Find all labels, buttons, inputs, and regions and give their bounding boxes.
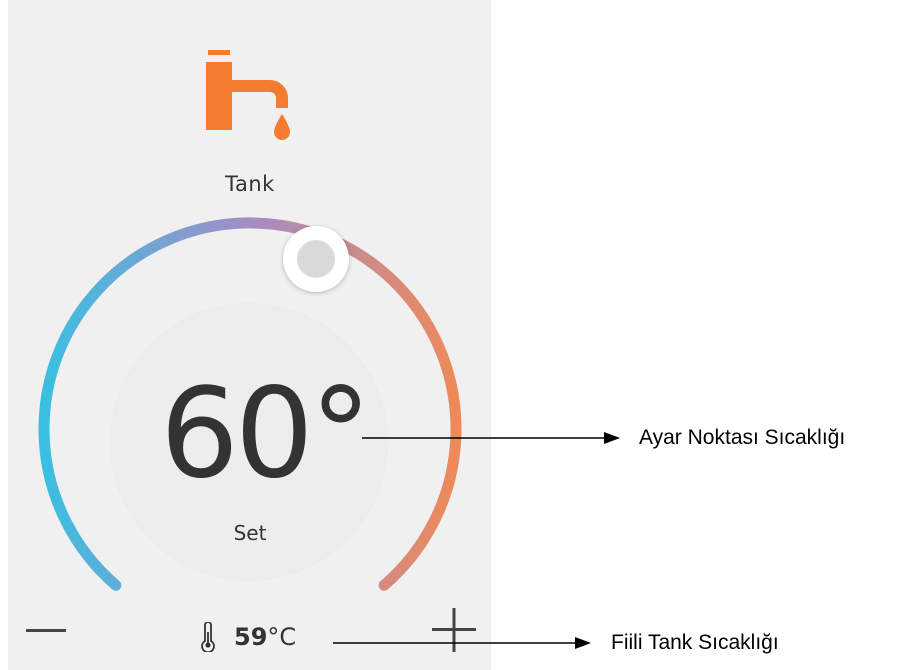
setpoint-callout-label: Ayar Noktası Sıcaklığı	[639, 426, 846, 449]
callout-arrows	[333, 432, 620, 649]
setpoint-callout-arrow	[362, 432, 620, 444]
actual-callout-arrow	[333, 637, 591, 649]
actual-callout-label: Fiili Tank Sıcaklığı	[611, 631, 779, 654]
